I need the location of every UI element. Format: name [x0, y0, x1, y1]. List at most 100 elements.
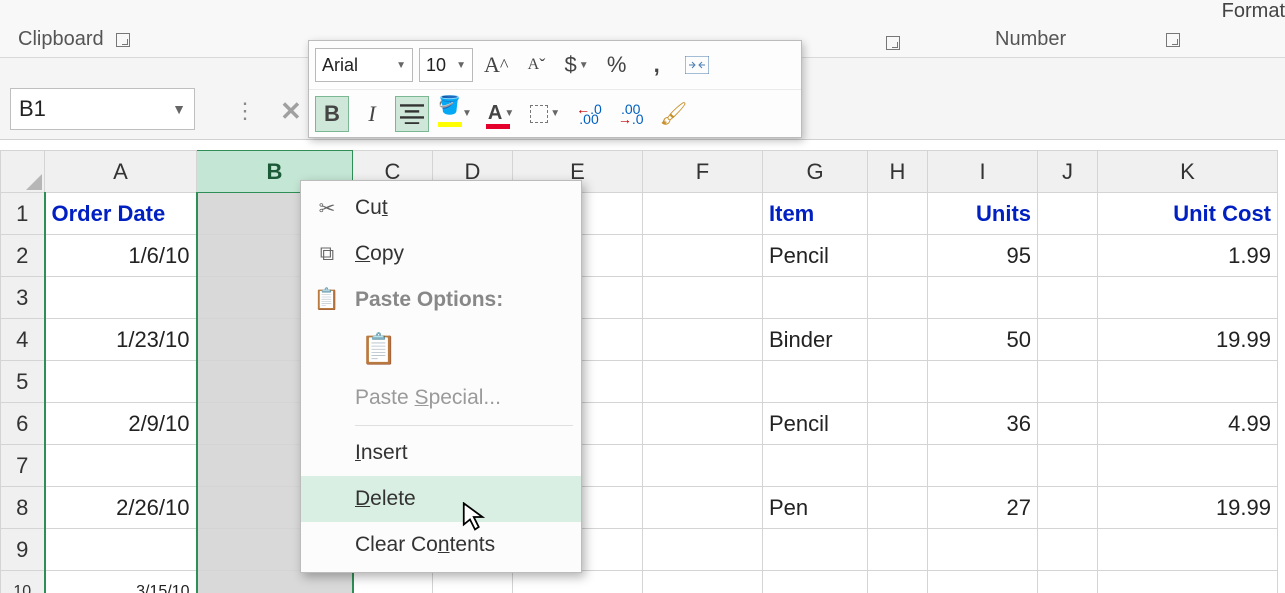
col-header-A[interactable]: A: [45, 151, 197, 193]
cell[interactable]: 36: [928, 403, 1038, 445]
cell[interactable]: [868, 235, 928, 277]
cell[interactable]: 19.99: [1098, 487, 1278, 529]
cell[interactable]: [1038, 487, 1098, 529]
select-all-corner[interactable]: [1, 151, 45, 193]
row-header[interactable]: 1: [1, 193, 45, 235]
col-header-G[interactable]: G: [763, 151, 868, 193]
col-header-F[interactable]: F: [643, 151, 763, 193]
cell[interactable]: [928, 445, 1038, 487]
clipboard-dialog-launcher[interactable]: [116, 33, 130, 47]
cell[interactable]: 27: [928, 487, 1038, 529]
alignment-dialog-launcher[interactable]: [886, 36, 900, 50]
cell[interactable]: [1038, 403, 1098, 445]
cell[interactable]: [928, 361, 1038, 403]
cell[interactable]: [643, 361, 763, 403]
cell[interactable]: 1/23/10: [45, 319, 197, 361]
cell[interactable]: [643, 571, 763, 593]
row-header[interactable]: 6: [1, 403, 45, 445]
cell[interactable]: [928, 529, 1038, 571]
cell[interactable]: [353, 571, 433, 593]
col-header-J[interactable]: J: [1038, 151, 1098, 193]
percent-format-button[interactable]: %: [600, 47, 634, 83]
cell[interactable]: [1038, 235, 1098, 277]
cell[interactable]: [643, 193, 763, 235]
cell[interactable]: 2/26/10: [45, 487, 197, 529]
font-family-combo[interactable]: Arial ▼: [315, 48, 413, 82]
cell[interactable]: 3/15/10: [45, 571, 197, 593]
center-align-button[interactable]: [395, 96, 429, 132]
decrease-decimal-button[interactable]: .00→.0: [613, 96, 649, 132]
cell[interactable]: Binder: [763, 319, 868, 361]
cell[interactable]: 50: [928, 319, 1038, 361]
cell[interactable]: [1038, 193, 1098, 235]
cell[interactable]: [643, 277, 763, 319]
cell[interactable]: Item: [763, 193, 868, 235]
col-header-H[interactable]: H: [868, 151, 928, 193]
cell[interactable]: [868, 403, 928, 445]
cell[interactable]: 95: [928, 235, 1038, 277]
col-header-I[interactable]: I: [928, 151, 1038, 193]
cell[interactable]: [643, 445, 763, 487]
cell[interactable]: [643, 403, 763, 445]
shrink-font-button[interactable]: Aˇ: [520, 47, 554, 83]
cell[interactable]: [763, 529, 868, 571]
cell[interactable]: [868, 487, 928, 529]
cell[interactable]: [868, 445, 928, 487]
cell[interactable]: Units: [928, 193, 1038, 235]
number-dialog-launcher[interactable]: [1166, 33, 1180, 47]
cell[interactable]: [928, 571, 1038, 593]
cell[interactable]: [45, 529, 197, 571]
cell[interactable]: Order Date: [45, 193, 197, 235]
row-header[interactable]: 10: [1, 571, 45, 593]
cell[interactable]: [868, 571, 928, 593]
cell[interactable]: Pencil: [763, 403, 868, 445]
context-paste-button[interactable]: 📋: [355, 325, 403, 373]
row-header[interactable]: 7: [1, 445, 45, 487]
context-copy[interactable]: ⧉ Copy: [301, 231, 581, 277]
cell[interactable]: [45, 277, 197, 319]
cell[interactable]: [763, 445, 868, 487]
formula-cancel-icon[interactable]: ✕: [280, 96, 302, 127]
context-insert[interactable]: Insert: [301, 430, 581, 476]
context-cut[interactable]: ✂ Cut: [301, 185, 581, 231]
row-header[interactable]: 2: [1, 235, 45, 277]
cell[interactable]: [1038, 571, 1098, 593]
comma-format-button[interactable]: ,: [640, 47, 674, 83]
cell[interactable]: [433, 571, 513, 593]
font-color-button[interactable]: A ▼: [483, 96, 519, 132]
cell[interactable]: [763, 277, 868, 319]
row-header[interactable]: 4: [1, 319, 45, 361]
bold-button[interactable]: B: [315, 96, 349, 132]
format-painter-button[interactable]: 🖌: [655, 96, 693, 132]
cell[interactable]: Pencil: [763, 235, 868, 277]
increase-decimal-button[interactable]: ←.0.00: [571, 96, 607, 132]
merge-center-button[interactable]: [680, 47, 714, 83]
cell[interactable]: [643, 235, 763, 277]
row-header[interactable]: 9: [1, 529, 45, 571]
cell[interactable]: [868, 319, 928, 361]
cell[interactable]: Unit Cost: [1098, 193, 1278, 235]
cell[interactable]: 2/9/10: [45, 403, 197, 445]
fill-color-button[interactable]: 🪣 ▼: [435, 96, 477, 132]
name-box[interactable]: B1 ▼: [10, 88, 195, 130]
cell[interactable]: [763, 571, 868, 593]
cell[interactable]: [928, 277, 1038, 319]
col-header-K[interactable]: K: [1098, 151, 1278, 193]
grow-font-button[interactable]: A^: [479, 47, 514, 83]
row-header[interactable]: 3: [1, 277, 45, 319]
cell[interactable]: 4.99: [1098, 403, 1278, 445]
cell[interactable]: [1038, 445, 1098, 487]
borders-button[interactable]: ▼: [525, 96, 565, 132]
cell[interactable]: 19.99: [1098, 319, 1278, 361]
cell[interactable]: [513, 571, 643, 593]
cell[interactable]: [1098, 361, 1278, 403]
cell[interactable]: [643, 529, 763, 571]
font-size-combo[interactable]: 10 ▼: [419, 48, 473, 82]
cell[interactable]: [763, 361, 868, 403]
accounting-format-button[interactable]: $▼: [560, 47, 594, 83]
cell[interactable]: [45, 445, 197, 487]
cell[interactable]: [643, 319, 763, 361]
cell[interactable]: [1038, 319, 1098, 361]
cell[interactable]: [868, 193, 928, 235]
cell[interactable]: [1038, 529, 1098, 571]
